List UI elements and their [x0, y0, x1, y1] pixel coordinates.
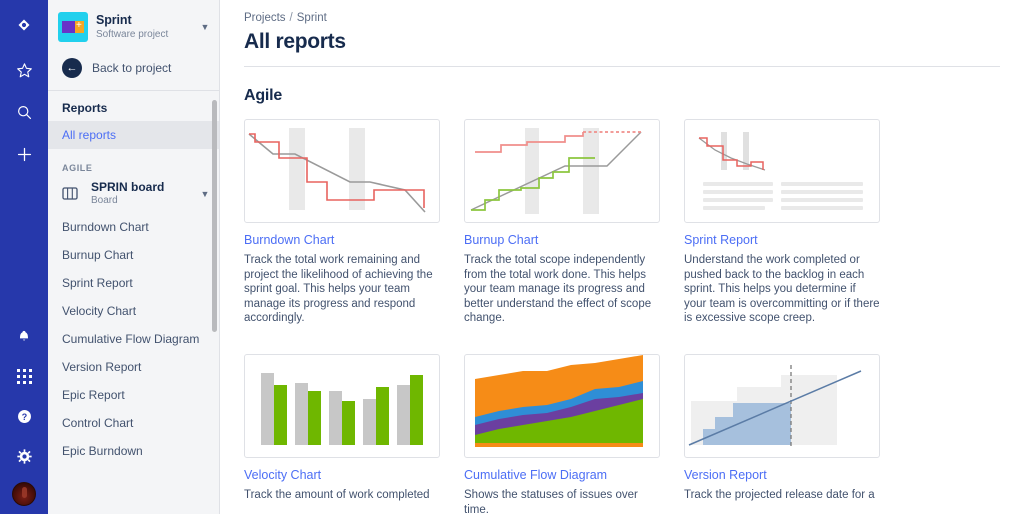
project-avatar-icon	[58, 12, 88, 42]
sidebar-item-sprint-report[interactable]: Sprint Report	[48, 269, 219, 297]
jira-logo-icon[interactable]	[10, 14, 38, 42]
plus-icon[interactable]	[10, 140, 38, 168]
project-type: Software project	[96, 29, 169, 40]
search-icon[interactable]	[10, 98, 38, 126]
sidebar-item-epic-report[interactable]: Epic Report	[48, 381, 219, 409]
global-rail-bottom: ?	[0, 322, 48, 506]
notifications-bell-icon[interactable]	[10, 322, 38, 350]
sidebar-item-board[interactable]: SPRIN board Board ▼	[48, 177, 219, 213]
project-name: Sprint	[96, 13, 132, 27]
app-root: ? Sprint Software project ▼ ← Back to pr…	[0, 0, 1024, 514]
board-chevron-down-icon[interactable]: ▼	[199, 189, 211, 199]
arrow-left-icon: ←	[62, 58, 82, 78]
report-card-description: Track the total work remaining and proje…	[244, 254, 433, 325]
report-card-description: Understand the work completed or pushed …	[684, 254, 880, 325]
report-card-velocity-chart[interactable]: Velocity Chart Track the amount of work …	[244, 353, 440, 514]
back-to-project-label: Back to project	[92, 61, 172, 75]
board-name: SPRIN board	[91, 180, 165, 194]
sidebar-item-epic-burndown[interactable]: Epic Burndown	[48, 437, 219, 465]
sprint-report-thumbnail	[684, 119, 880, 223]
breadcrumb-separator: /	[289, 12, 293, 24]
report-card-burnup-chart[interactable]: Burnup Chart Track the total scope indep…	[464, 119, 660, 326]
sidebar-item-velocity-chart[interactable]: Velocity Chart	[48, 297, 219, 325]
sidebar-group-agile: AGILE	[62, 163, 93, 173]
sidebar-item-control-chart[interactable]: Control Chart	[48, 409, 219, 437]
report-card-sprint-report[interactable]: Sprint Report Understand the work comple…	[684, 119, 880, 326]
chevron-down-icon[interactable]: ▼	[199, 22, 211, 32]
breadcrumb: Projects / Sprint	[244, 10, 1000, 28]
breadcrumb-sprint[interactable]: Sprint	[297, 12, 327, 24]
report-card-title[interactable]: Burnup Chart	[464, 232, 660, 248]
sidebar-item-version-report[interactable]: Version Report	[48, 353, 219, 381]
report-card-title[interactable]: Cumulative Flow Diagram	[464, 467, 660, 483]
app-switcher-icon[interactable]	[10, 362, 38, 390]
report-card-title[interactable]: Velocity Chart	[244, 467, 440, 483]
project-header[interactable]: Sprint Software project ▼	[48, 0, 219, 52]
svg-text:?: ?	[21, 412, 26, 422]
cumulative-flow-diagram-thumbnail	[464, 353, 660, 458]
report-card-description: Shows the statuses of issues over time.	[464, 488, 638, 514]
burndown-chart-thumbnail	[244, 119, 440, 223]
report-card-title[interactable]: Version Report	[684, 467, 880, 483]
help-icon[interactable]: ?	[10, 402, 38, 430]
sidebar-item-all-reports[interactable]: All reports	[48, 121, 219, 149]
main-content: Projects / Sprint All reports Agile Burn…	[220, 0, 1024, 514]
report-card-description: Track the amount of work completed	[244, 488, 430, 501]
breadcrumb-projects[interactable]: Projects	[244, 12, 286, 24]
sidebar-item-burndown-chart[interactable]: Burndown Chart	[48, 213, 219, 241]
avatar[interactable]	[12, 482, 36, 506]
reports-grid: Burndown Chart Track the total work rema…	[244, 119, 1000, 514]
burnup-chart-thumbnail	[464, 119, 660, 223]
reports-group-heading: Agile	[244, 87, 283, 104]
board-subtitle: Board	[91, 195, 118, 206]
velocity-chart-thumbnail	[244, 353, 440, 458]
report-card-cumulative-flow-diagram[interactable]: Cumulative Flow Diagram Shows the status…	[464, 353, 660, 514]
sidebar-section-reports: Reports	[62, 101, 108, 115]
title-divider	[244, 66, 1000, 67]
report-card-title[interactable]: Burndown Chart	[244, 232, 440, 248]
report-card-title[interactable]: Sprint Report	[684, 232, 880, 248]
page-title: All reports	[244, 30, 346, 53]
version-report-thumbnail	[684, 353, 880, 458]
report-card-version-report[interactable]: Version Report Track the projected relea…	[684, 353, 880, 514]
project-sidebar: Sprint Software project ▼ ← Back to proj…	[48, 0, 220, 514]
report-card-description: Track the projected release date for a	[684, 488, 875, 501]
sidebar-item-cumulative-flow-diagram[interactable]: Cumulative Flow Diagram	[48, 325, 219, 353]
global-app-rail: ?	[0, 0, 48, 514]
board-columns-icon	[62, 186, 82, 201]
sidebar-scrollbar[interactable]	[212, 100, 217, 332]
report-card-burndown-chart[interactable]: Burndown Chart Track the total work rema…	[244, 119, 440, 326]
back-to-project-button[interactable]: ← Back to project	[48, 52, 219, 88]
star-icon[interactable]	[10, 56, 38, 84]
settings-gear-icon[interactable]	[10, 442, 38, 470]
sidebar-divider	[48, 90, 219, 91]
report-card-description: Track the total scope independently from…	[464, 254, 652, 325]
sidebar-item-burnup-chart[interactable]: Burnup Chart	[48, 241, 219, 269]
